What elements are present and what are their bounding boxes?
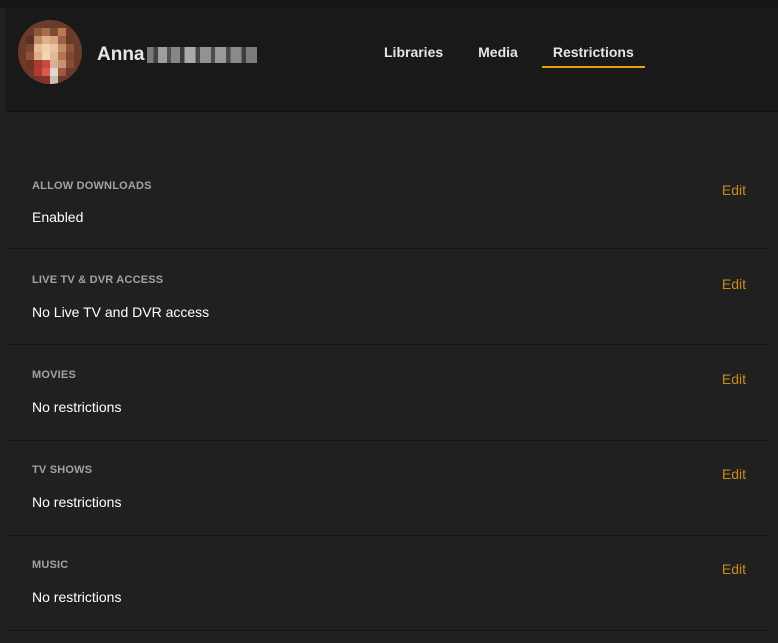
section-movies: MOVIES No restrictions Edit [8,345,770,441]
section-value: No restrictions [32,399,122,415]
tab-libraries[interactable]: Libraries [384,40,443,68]
section-label: MUSIC [32,559,69,571]
top-strip [0,0,778,8]
section-music: MUSIC No restrictions Edit [8,535,770,631]
settings-tabs: Libraries Media Restrictions [384,40,645,68]
section-value: Enabled [32,209,84,225]
section-value: No restrictions [32,589,122,605]
section-live-tv-dvr: LIVE TV & DVR ACCESS No Live TV and DVR … [8,249,770,345]
tab-restrictions[interactable]: Restrictions [541,40,645,68]
section-label: LIVE TV & DVR ACCESS [32,274,164,286]
edit-movies-link[interactable]: Edit [722,371,746,387]
section-label: ALLOW DOWNLOADS [32,180,152,192]
section-label: TV SHOWS [32,464,93,476]
user-name-visible: Anna [97,44,145,65]
user-settings-window: Anna Libraries Media Restrictions ALLOW … [0,0,778,643]
edit-live-tv-dvr-link[interactable]: Edit [722,276,746,292]
user-name-redacted [146,47,257,63]
user-avatar [18,20,82,84]
section-allow-downloads: ALLOW DOWNLOADS Enabled Edit [8,153,770,249]
section-value: No restrictions [32,494,122,510]
edit-allow-downloads-link[interactable]: Edit [722,182,746,198]
edit-tv-shows-link[interactable]: Edit [722,466,746,482]
tab-media[interactable]: Media [478,40,518,68]
user-name: Anna [97,42,257,68]
section-value: No Live TV and DVR access [32,304,210,320]
restrictions-panel: ALLOW DOWNLOADS Enabled Edit LIVE TV & D… [8,111,778,643]
edit-music-link[interactable]: Edit [722,561,746,577]
user-header: Anna Libraries Media Restrictions [6,8,778,112]
section-tv-shows: TV SHOWS No restrictions Edit [8,440,770,536]
section-label: MOVIES [32,369,76,381]
